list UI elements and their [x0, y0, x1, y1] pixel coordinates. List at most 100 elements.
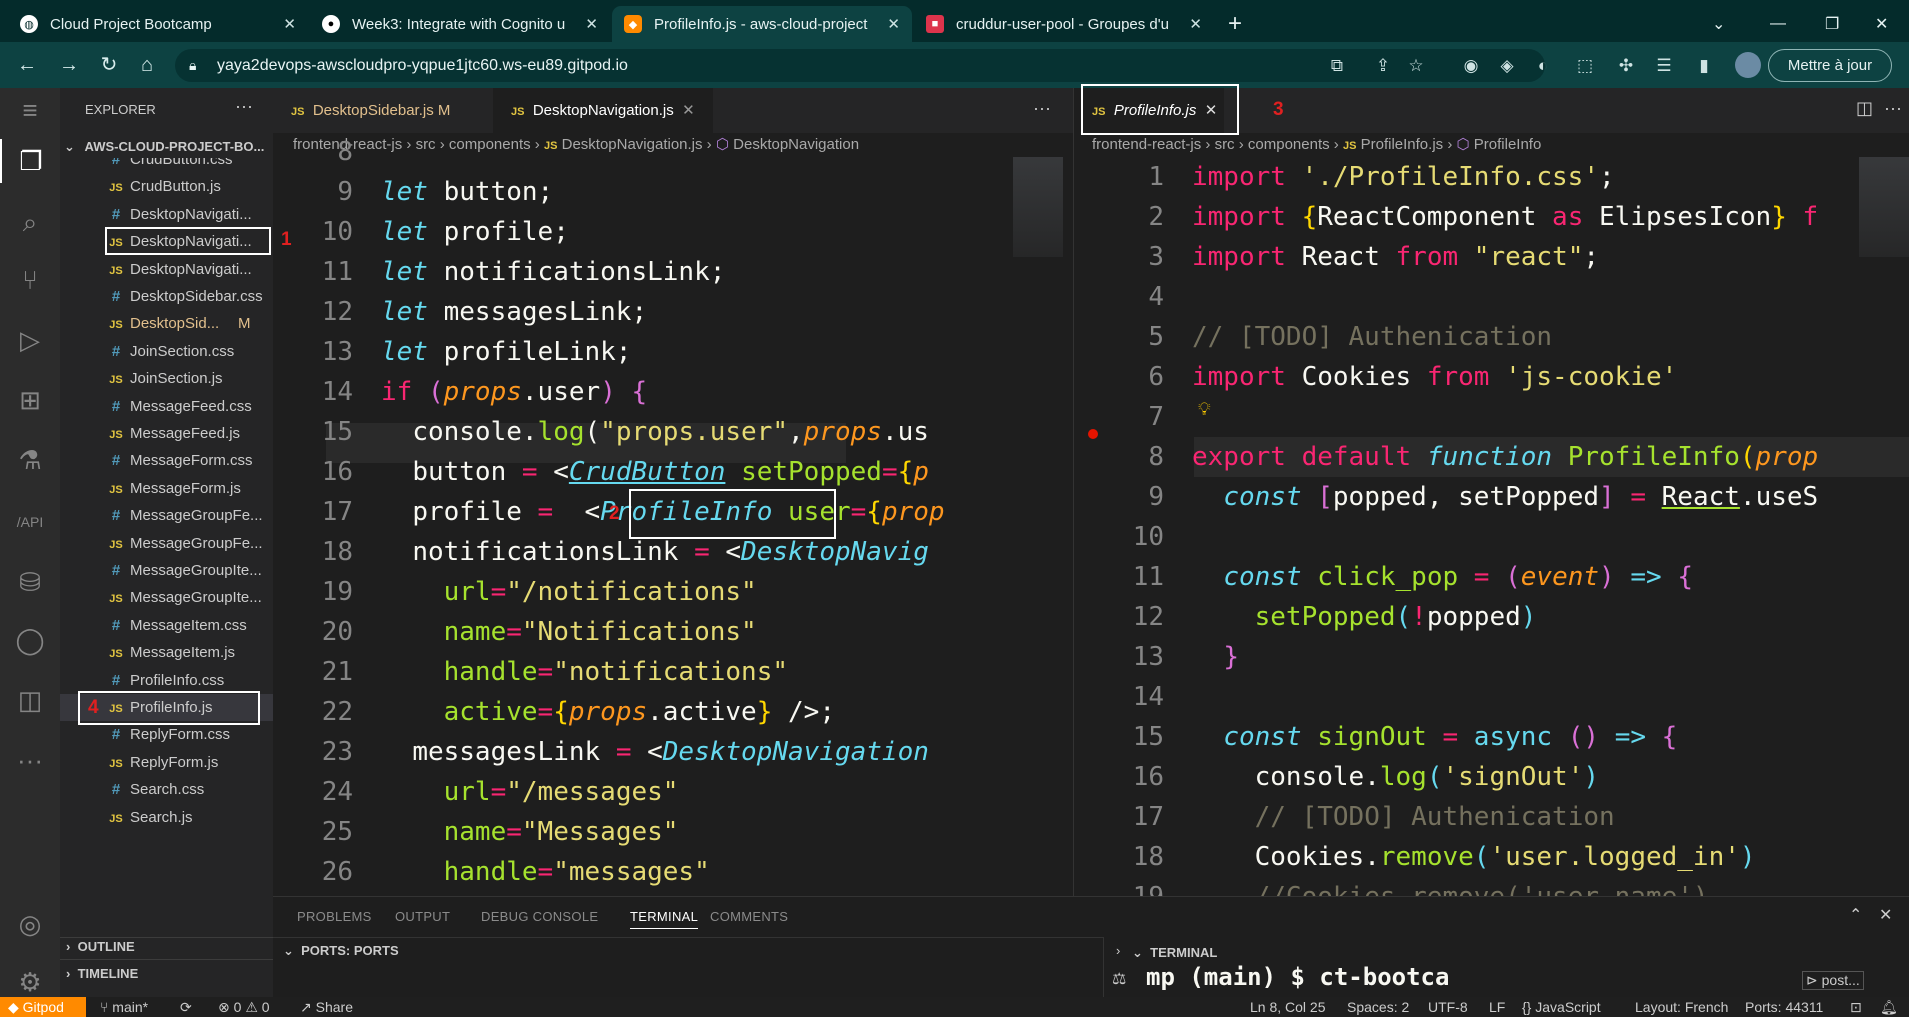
extension-icon[interactable]: ◈ [1496, 55, 1518, 77]
puzzle-icon[interactable]: ✣ [1615, 55, 1637, 77]
tab-debug-console[interactable]: DEBUG CONSOLE [481, 909, 598, 924]
close-panel-icon[interactable]: ✕ [1879, 905, 1892, 925]
browser-tab[interactable]: ■ cruddur-user-pool - Groupes d'u ✕ [914, 6, 1214, 42]
file-item[interactable]: JS CrudButton.js [60, 173, 273, 200]
side-panel-icon[interactable]: ▮ [1693, 55, 1715, 77]
bookmark-star-icon[interactable]: ☆ [1405, 55, 1427, 77]
file-item[interactable]: JS MessageItem.js [60, 639, 273, 666]
split-editor-icon[interactable]: ◫ [1856, 98, 1873, 119]
timeline-section[interactable]: › TIMELINE [66, 966, 138, 981]
encoding[interactable]: UTF-8 [1428, 997, 1468, 1017]
source-control-icon[interactable]: ⑂ [0, 258, 60, 302]
tab-terminal[interactable]: TERMINAL [630, 909, 699, 929]
menu-icon[interactable]: ≡ [0, 88, 60, 132]
share-icon[interactable]: ⇪ [1372, 55, 1394, 77]
extensions-icon[interactable]: ⊞ [0, 378, 60, 422]
close-tab-icon[interactable]: ✕ [1189, 15, 1202, 33]
search-icon[interactable]: ⌕ [0, 200, 60, 244]
file-item[interactable]: # ProfileInfo.css [60, 667, 273, 694]
file-item[interactable]: # MessageItem.css [60, 612, 273, 639]
forward-icon[interactable]: → [56, 52, 82, 78]
file-item[interactable]: JS MessageGroupIte... [60, 584, 273, 611]
file-item[interactable]: # DesktopNavigati... [60, 201, 273, 228]
tab-desktopsidebar[interactable]: JS DesktopSidebar.js M [273, 88, 493, 133]
indentation[interactable]: Spaces: 2 [1347, 997, 1409, 1017]
more-actions-icon[interactable]: ··· [1884, 98, 1902, 119]
more-actions-icon[interactable]: ··· [1033, 98, 1051, 119]
file-item[interactable]: JS Search.js [60, 804, 273, 831]
file-item[interactable]: JS ReplyForm.js [60, 749, 273, 776]
home-icon[interactable]: ⌂ [134, 52, 160, 78]
minimap[interactable] [1013, 157, 1063, 257]
github-icon[interactable]: ◯ [0, 618, 60, 662]
lightbulb-icon[interactable]: 💡︎ [1198, 399, 1211, 420]
new-tab-button[interactable]: + [1216, 6, 1256, 42]
feedback-icon[interactable]: ⊡ [1850, 997, 1862, 1017]
files-icon[interactable]: ❐ [0, 139, 60, 183]
file-item[interactable]: # JoinSection.css [60, 338, 273, 365]
ports-section[interactable]: ⌄ PORTS: PORTS [283, 943, 399, 959]
file-item[interactable]: JS MessageFeed.js [60, 420, 273, 447]
problems-indicator[interactable]: ⊗ 0 ⚠ 0 [218, 997, 270, 1017]
file-item[interactable]: JS MessageForm.js [60, 475, 273, 502]
api-icon[interactable]: /API [0, 500, 60, 544]
file-item[interactable]: #SuggestedUserIte... [60, 831, 273, 838]
close-window-icon[interactable]: ✕ [1863, 6, 1903, 42]
close-tab-icon[interactable]: ✕ [682, 102, 695, 119]
more-actions-icon[interactable]: ··· [235, 96, 253, 117]
end-of-line[interactable]: LF [1489, 997, 1505, 1017]
ports-indicator[interactable]: Ports: 44311 [1745, 997, 1823, 1017]
update-button[interactable]: Mettre à jour [1768, 49, 1892, 82]
gitpod-menu[interactable]: ◆ Gitpod [0, 997, 86, 1017]
file-item[interactable]: JS JoinSection.js [60, 365, 273, 392]
testing-icon[interactable]: ⚗ [0, 438, 60, 482]
language-mode[interactable]: {} JavaScript [1522, 997, 1601, 1017]
minimap[interactable] [1859, 157, 1909, 257]
cursor-position[interactable]: Ln 8, Col 25 [1250, 997, 1326, 1017]
tab-output[interactable]: OUTPUT [395, 909, 450, 924]
terminal-tab-post[interactable]: ⊳ post... [1802, 971, 1864, 990]
account-icon[interactable]: ◎ [0, 902, 60, 946]
reload-icon[interactable]: ↻ [96, 52, 122, 78]
file-item[interactable]: # ReplyForm.css [60, 721, 273, 748]
close-tab-icon[interactable]: ✕ [887, 15, 900, 33]
file-item[interactable]: # CrudButton.css [60, 158, 273, 173]
run-debug-icon[interactable]: ▷ [0, 318, 60, 362]
tab-search-icon[interactable]: ⌄ [1700, 6, 1740, 42]
browser-tab[interactable]: ● Week3: Integrate with Cognito u ✕ [310, 6, 610, 42]
tab-desktopnavigation[interactable]: JS DesktopNavigation.js ✕ [493, 88, 713, 133]
terminal-area[interactable]: › ⌄ TERMINAL mp (main) $ ct-bootca ⚖ ⊳ p… [1103, 937, 1909, 998]
more-icon[interactable]: ··· [0, 738, 60, 782]
back-icon[interactable]: ← [14, 52, 40, 78]
file-item[interactable]: # MessageGroupIte... [60, 557, 273, 584]
layers-icon[interactable]: ◫ [0, 678, 60, 722]
database-icon[interactable]: ⛁ [0, 560, 60, 604]
maximize-panel-icon[interactable]: ⌃ [1849, 905, 1862, 925]
notifications-bell-icon[interactable]: 🔔︎ [1880, 997, 1898, 1017]
sync-icon[interactable]: ⟳ [180, 997, 192, 1017]
screenshot-icon[interactable]: ⬚ [1574, 55, 1596, 77]
close-tab-icon[interactable]: ✕ [585, 15, 598, 33]
maximize-icon[interactable]: ❐ [1813, 6, 1853, 42]
file-item[interactable]: JS DesktopNavigati... [60, 256, 273, 283]
tab-problems[interactable]: PROBLEMS [297, 909, 372, 924]
reading-list-icon[interactable]: ☰ [1653, 55, 1675, 77]
file-item[interactable]: # MessageGroupFe... [60, 502, 273, 529]
file-item[interactable]: # MessageForm.css [60, 447, 273, 474]
translate-icon[interactable]: ⧉ [1326, 55, 1348, 77]
file-item[interactable]: JS DesktopSid... M [60, 310, 273, 337]
keyboard-layout[interactable]: Layout: French [1635, 997, 1728, 1017]
avatar[interactable] [1735, 52, 1761, 78]
browser-tab-active[interactable]: ◆ ProfileInfo.js - aws-cloud-project ✕ [612, 6, 912, 42]
extension-icon[interactable]: ◉ [1460, 55, 1482, 77]
branch-indicator[interactable]: ⑂ main* [100, 997, 148, 1017]
browser-tab[interactable]: ◍ Cloud Project Bootcamp ✕ [8, 6, 308, 42]
file-item[interactable]: # MessageFeed.css [60, 393, 273, 420]
close-tab-icon[interactable]: ✕ [283, 15, 296, 33]
extension-icon[interactable]: ◐ [1532, 55, 1554, 77]
share-button[interactable]: ↗ Share [300, 997, 353, 1017]
minimize-icon[interactable]: — [1758, 6, 1798, 42]
workspace-root[interactable]: ⌄ AWS-CLOUD-PROJECT-BO... [60, 136, 273, 158]
tab-comments[interactable]: COMMENTS [710, 909, 788, 924]
file-item[interactable]: # DesktopSidebar.css [60, 283, 273, 310]
